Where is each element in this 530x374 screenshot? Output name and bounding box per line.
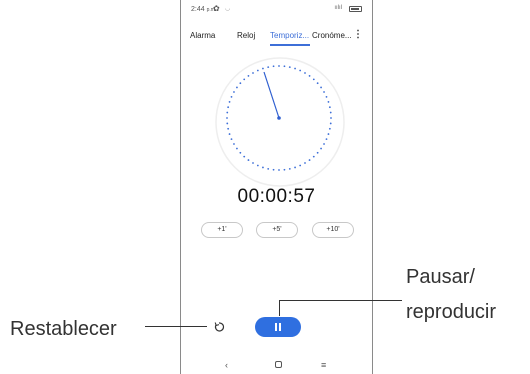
- dial-center: [277, 116, 281, 120]
- dial-dot: [328, 127, 331, 130]
- dial-dot: [272, 168, 275, 171]
- dial-dot: [236, 147, 238, 150]
- reset-icon[interactable]: [213, 321, 225, 333]
- navigation-bar: ‹ ≡: [180, 360, 373, 374]
- dial-dot: [283, 65, 286, 68]
- dial-dot: [294, 67, 296, 70]
- dial-dot: [325, 138, 328, 141]
- dial-dot: [226, 122, 229, 125]
- dial-dot: [328, 106, 331, 109]
- recent-apps-icon[interactable]: ≡: [321, 360, 326, 370]
- add-10-minutes-button[interactable]: +10': [312, 222, 354, 238]
- timer-display: 00:00:57: [237, 186, 316, 207]
- dial-dot: [230, 95, 233, 98]
- dial-dot: [323, 91, 325, 93]
- dial-dot: [256, 164, 259, 167]
- dial-dot: [308, 159, 311, 161]
- dial-dot: [272, 65, 275, 68]
- dial-dot: [227, 127, 230, 130]
- dial-dot: [233, 143, 235, 145]
- dial-dot: [247, 75, 250, 77]
- more-vert-icon[interactable]: ⋮: [353, 29, 363, 40]
- home-icon[interactable]: [275, 361, 282, 368]
- dial-dot: [252, 72, 254, 74]
- dial-dot: [262, 67, 264, 70]
- signal-icon: ıılıl: [334, 5, 342, 11]
- pause-callout-horizontal: [279, 300, 402, 302]
- dial-dot: [278, 169, 280, 171]
- pause-icon-bar: [279, 323, 281, 331]
- dial-dot: [320, 147, 322, 150]
- add-5-minutes-button[interactable]: +5': [256, 222, 298, 238]
- dial-dot: [312, 78, 315, 81]
- pause-annotation-line2: reproducir: [406, 301, 497, 323]
- dial-dot: [283, 168, 286, 171]
- pause-icon: [275, 323, 277, 331]
- dial-dot: [278, 65, 280, 67]
- dial-dot: [294, 166, 296, 169]
- tab-bar: Alarma Reloj Temporiz... Cronóme... ⋮: [181, 27, 372, 46]
- dial-dot: [299, 164, 302, 167]
- active-tab-indicator: [270, 44, 310, 46]
- notification-icon: ◡: [225, 6, 231, 12]
- dial-dot: [228, 133, 231, 135]
- dial-dot: [252, 162, 254, 164]
- dial-dot: [243, 78, 246, 81]
- dial-dot: [233, 91, 235, 93]
- reset-callout-line: [145, 326, 207, 328]
- dial-dot: [243, 155, 246, 158]
- timer-dial: [215, 57, 345, 187]
- dial-dot: [329, 122, 332, 125]
- back-icon[interactable]: ‹: [225, 360, 228, 370]
- add-1-minute-button[interactable]: +1': [201, 222, 243, 238]
- settings-icon: ✿: [213, 4, 220, 13]
- dial-dot: [330, 117, 332, 119]
- dial-dot: [316, 82, 319, 85]
- dial-dot: [304, 162, 306, 164]
- dial-dot: [228, 101, 231, 103]
- pause-annotation-line1: Pausar/: [406, 266, 475, 288]
- dial-dot: [327, 101, 330, 103]
- dial-dot: [267, 66, 270, 69]
- dial-dot: [304, 72, 306, 74]
- dial-dot: [239, 82, 242, 85]
- battery-icon: [349, 6, 362, 12]
- dial-dot: [227, 106, 230, 109]
- dial-dot: [236, 86, 238, 89]
- reset-annotation: Restablecer: [10, 318, 117, 340]
- dial-dot: [308, 75, 311, 77]
- dial-dot: [323, 143, 325, 145]
- dial-dot: [230, 138, 233, 141]
- tab-temporizador[interactable]: Temporiz...: [270, 31, 309, 40]
- dial-dot: [247, 159, 250, 161]
- dial-dot: [329, 111, 332, 114]
- dial-dot: [320, 86, 322, 89]
- dial-dot: [327, 133, 330, 135]
- tab-cronometro[interactable]: Cronóme...: [312, 31, 352, 40]
- dial-dot: [226, 117, 228, 119]
- dial-dot: [267, 167, 270, 170]
- dial-dot: [288, 167, 291, 170]
- dial-dot: [262, 166, 264, 169]
- dial-dot: [256, 69, 259, 72]
- pause-button[interactable]: [255, 317, 301, 337]
- pause-callout-vertical: [279, 300, 281, 316]
- status-bar: 2:44 p.m. ✿ ◡ ıılıl: [181, 3, 372, 17]
- dial-dot: [316, 151, 319, 154]
- dial-dot: [239, 151, 242, 154]
- dial-dot: [226, 111, 229, 114]
- dial-dot: [312, 155, 315, 158]
- tab-reloj[interactable]: Reloj: [237, 31, 255, 40]
- dial-dot: [288, 66, 291, 69]
- tab-alarma[interactable]: Alarma: [190, 31, 215, 40]
- dial-dot: [299, 69, 302, 72]
- dial-dot: [325, 95, 328, 98]
